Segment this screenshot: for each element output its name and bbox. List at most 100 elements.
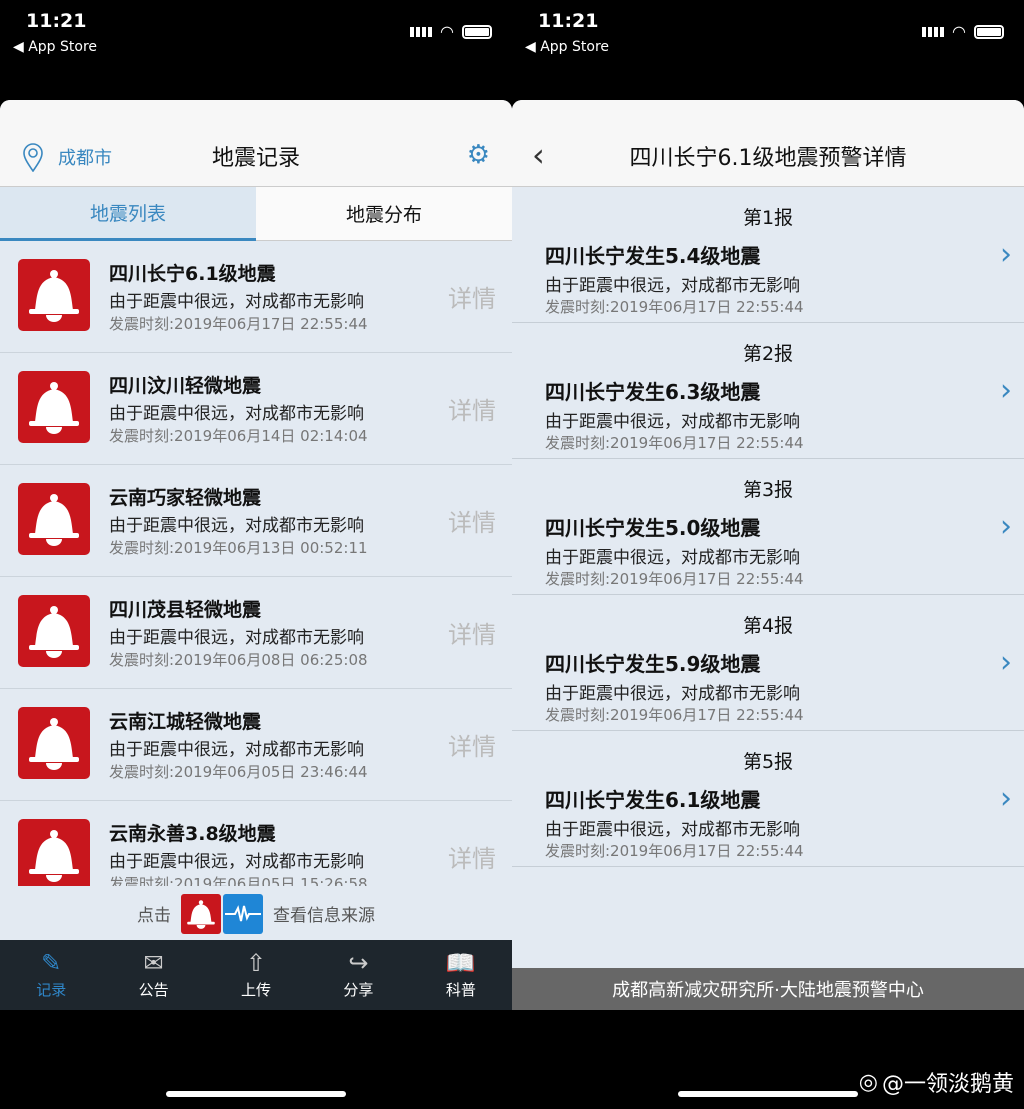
signal-icon bbox=[922, 26, 945, 37]
item-impact: 由于距震中很远，对成都市无影响 bbox=[109, 516, 364, 536]
item-time: 发震时刻:2019年06月17日 22:55:44 bbox=[109, 315, 368, 333]
footer-org: 成都高新减灾研究所·大陆地震预警中心 bbox=[512, 968, 1024, 1010]
status-time: 11:21 bbox=[26, 10, 87, 32]
info-source-hint: 点击 查看信息来源 bbox=[0, 886, 512, 941]
details-button[interactable]: 详情 bbox=[448, 503, 496, 538]
tabbar-records[interactable]: ✎ 记录 bbox=[0, 940, 102, 1010]
watermark: ◎ @一领淡鹅黄 bbox=[858, 1069, 1014, 1098]
earthquake-list-item[interactable]: 四川汶川轻微地震 由于距震中很远，对成都市无影响 发震时刻:2019年06月14… bbox=[0, 353, 512, 465]
back-to-app-store[interactable]: ◀ App Store bbox=[525, 39, 609, 55]
report-time: 发震时刻:2019年06月17日 22:55:44 bbox=[545, 434, 804, 452]
report-item[interactable]: 第2报 四川长宁发生6.3级地震 由于距震中很远，对成都市无影响 发震时刻:20… bbox=[512, 323, 1024, 459]
chevron-right-icon[interactable]: › bbox=[1000, 237, 1012, 272]
share-icon: ↪ bbox=[348, 949, 369, 977]
status-time: 11:21 bbox=[538, 10, 599, 32]
tabbar-share[interactable]: ↪ 分享 bbox=[307, 940, 409, 1010]
report-number: 第2报 bbox=[742, 343, 794, 365]
tabbar-science[interactable]: 📖 科普 bbox=[410, 940, 512, 1010]
earthquake-list-item[interactable]: 四川长宁6.1级地震 由于距震中很远，对成都市无影响 发震时刻:2019年06月… bbox=[0, 241, 512, 353]
left-screen: 11:21 ◀ App Store ◠ 成都市 地震记录 ⚙ 地震列表 地震分布… bbox=[0, 0, 512, 1109]
alert-bell-icon bbox=[18, 595, 90, 667]
bottom-tab-bar: ✎ 记录 ✉ 公告 ⇧ 上传 ↪ 分享 📖 科普 bbox=[0, 940, 512, 1010]
item-impact: 由于距震中很远，对成都市无影响 bbox=[109, 852, 364, 872]
item-title: 云南江城轻微地震 bbox=[109, 711, 262, 733]
alert-bell-icon bbox=[18, 259, 90, 331]
item-title: 四川茂县轻微地震 bbox=[109, 599, 262, 621]
alert-bell-icon bbox=[18, 483, 90, 555]
report-time: 发震时刻:2019年06月17日 22:55:44 bbox=[545, 570, 804, 588]
report-time: 发震时刻:2019年06月17日 22:55:44 bbox=[545, 706, 804, 724]
report-item[interactable]: 第3报 四川长宁发生5.0级地震 由于距震中很远，对成都市无影响 发震时刻:20… bbox=[512, 459, 1024, 595]
report-number: 第1报 bbox=[742, 207, 794, 229]
tabbar-notice[interactable]: ✉ 公告 bbox=[102, 940, 204, 1010]
report-time: 发震时刻:2019年06月17日 22:55:44 bbox=[545, 842, 804, 860]
book-icon: 📖 bbox=[445, 949, 476, 977]
wifi-icon: ◠ bbox=[952, 22, 966, 41]
earthquake-list-item[interactable]: 云南巧家轻微地震 由于距震中很远，对成都市无影响 发震时刻:2019年06月13… bbox=[0, 465, 512, 577]
tabbar-upload[interactable]: ⇧ 上传 bbox=[205, 940, 307, 1010]
chevron-right-icon[interactable]: › bbox=[1000, 373, 1012, 408]
item-title: 四川长宁6.1级地震 bbox=[109, 263, 276, 285]
item-impact: 由于距震中很远，对成都市无影响 bbox=[109, 740, 364, 760]
earthquake-list-item[interactable]: 四川茂县轻微地震 由于距震中很远，对成都市无影响 发震时刻:2019年06月08… bbox=[0, 577, 512, 689]
report-title: 四川长宁发生5.4级地震 bbox=[545, 244, 761, 268]
alert-bell-icon bbox=[18, 371, 90, 443]
signal-icon bbox=[410, 26, 433, 37]
report-impact: 由于距震中很远，对成都市无影响 bbox=[545, 684, 800, 704]
item-title: 云南巧家轻微地震 bbox=[109, 487, 262, 509]
item-title: 云南永善3.8级地震 bbox=[109, 823, 276, 845]
battery-icon bbox=[462, 24, 492, 39]
wifi-icon: ◠ bbox=[440, 22, 454, 41]
earthquake-list-item[interactable]: 云南江城轻微地震 由于距震中很远，对成都市无影响 发震时刻:2019年06月05… bbox=[0, 689, 512, 801]
alert-bell-icon[interactable] bbox=[181, 893, 221, 934]
report-title: 四川长宁发生6.3级地震 bbox=[545, 380, 761, 404]
item-time: 发震时刻:2019年06月14日 02:14:04 bbox=[109, 427, 368, 445]
details-button[interactable]: 详情 bbox=[448, 279, 496, 314]
settings-gear-icon[interactable]: ⚙ bbox=[467, 142, 490, 168]
item-time: 发震时刻:2019年06月05日 15:26:58 bbox=[109, 875, 368, 886]
item-title: 四川汶川轻微地震 bbox=[109, 375, 262, 397]
source-prefix: 点击 bbox=[137, 906, 171, 926]
report-item[interactable]: 第5报 四川长宁发生6.1级地震 由于距震中很远，对成都市无影响 发震时刻:20… bbox=[512, 731, 1024, 867]
report-item[interactable]: 第4报 四川长宁发生5.9级地震 由于距震中很远，对成都市无影响 发震时刻:20… bbox=[512, 595, 1024, 731]
header: 成都市 地震记录 ⚙ bbox=[0, 100, 512, 187]
report-impact: 由于距震中很远，对成都市无影响 bbox=[545, 276, 800, 296]
battery-icon bbox=[974, 24, 1004, 39]
report-item[interactable]: 第1报 四川长宁发生5.4级地震 由于距震中很远，对成都市无影响 发震时刻:20… bbox=[512, 187, 1024, 323]
report-title: 四川长宁发生5.0级地震 bbox=[545, 516, 761, 540]
home-indicator bbox=[678, 1091, 858, 1097]
details-button[interactable]: 详情 bbox=[448, 839, 496, 874]
item-time: 发震时刻:2019年06月05日 23:46:44 bbox=[109, 763, 368, 781]
seismic-wave-icon[interactable] bbox=[223, 893, 263, 934]
report-number: 第4报 bbox=[742, 615, 794, 637]
right-screen: 11:21 ◀ App Store ◠ ‹ 四川长宁6.1级地震预警详情 第1报… bbox=[512, 0, 1024, 1109]
chevron-right-icon[interactable]: › bbox=[1000, 781, 1012, 816]
details-button[interactable]: 详情 bbox=[448, 615, 496, 650]
earthquake-list-item[interactable]: 云南永善3.8级地震 由于距震中很远，对成都市无影响 发震时刻:2019年06月… bbox=[0, 801, 512, 886]
tab-earthquake-list[interactable]: 地震列表 bbox=[0, 187, 256, 241]
details-button[interactable]: 详情 bbox=[448, 391, 496, 426]
back-to-app-store[interactable]: ◀ App Store bbox=[13, 39, 97, 55]
status-bar: 11:21 ◀ App Store ◠ bbox=[512, 0, 1024, 100]
header: ‹ 四川长宁6.1级地震预警详情 bbox=[512, 100, 1024, 187]
report-title: 四川长宁发生5.9级地震 bbox=[545, 652, 761, 676]
details-button[interactable]: 详情 bbox=[448, 727, 496, 762]
item-time: 发震时刻:2019年06月08日 06:25:08 bbox=[109, 651, 368, 669]
item-impact: 由于距震中很远，对成都市无影响 bbox=[109, 404, 364, 424]
page-title: 地震记录 bbox=[211, 146, 300, 171]
alert-bell-icon bbox=[18, 819, 90, 886]
chevron-right-icon[interactable]: › bbox=[1000, 645, 1012, 680]
report-title: 四川长宁发生6.1级地震 bbox=[545, 788, 761, 812]
alert-bell-icon bbox=[18, 707, 90, 779]
home-indicator bbox=[166, 1091, 346, 1097]
source-suffix: 查看信息来源 bbox=[273, 906, 375, 926]
chevron-right-icon[interactable]: › bbox=[1000, 509, 1012, 544]
report-impact: 由于距震中很远，对成都市无影响 bbox=[545, 820, 800, 840]
report-impact: 由于距震中很远，对成都市无影响 bbox=[545, 548, 800, 568]
report-time: 发震时刻:2019年06月17日 22:55:44 bbox=[545, 298, 804, 316]
item-time: 发震时刻:2019年06月13日 00:52:11 bbox=[109, 539, 368, 557]
report-number: 第5报 bbox=[742, 751, 794, 773]
upload-icon: ⇧ bbox=[245, 949, 267, 977]
tab-earthquake-map[interactable]: 地震分布 bbox=[256, 187, 512, 241]
edit-note-icon: ✎ bbox=[41, 949, 62, 977]
